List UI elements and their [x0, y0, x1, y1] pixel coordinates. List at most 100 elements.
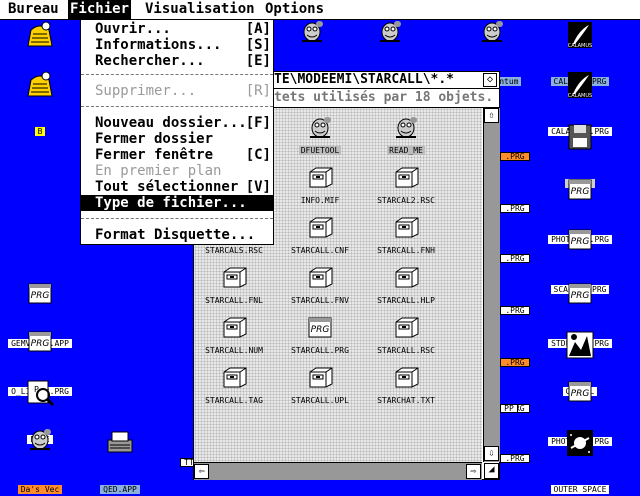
menu-shortcut: [A] [245, 21, 271, 37]
file-icon[interactable]: STARCALL.FNH [366, 216, 446, 257]
menu-visualisation[interactable]: Visualisation [143, 0, 257, 19]
menu-item-nouveau-dossier[interactable]: Nouveau dossier... [F] [81, 115, 273, 131]
desktop-icon[interactable]: OUTER SPACE [540, 428, 620, 496]
art-icon [565, 330, 595, 360]
partial-desktop-label: .PRG [500, 204, 530, 213]
desktop-icon-label: B [34, 127, 46, 136]
window-path: TE\MODEEMI\STARCALL\*.* [274, 72, 455, 87]
app-icon [477, 20, 507, 50]
partial-desktop-label: .PRG [500, 358, 530, 367]
scroll-left-icon[interactable]: ⇦ [194, 464, 209, 479]
menu-shortcut: [C] [245, 147, 271, 163]
document-icon [306, 216, 334, 238]
file-name: STARCALL.FNL [205, 296, 263, 305]
document-icon [220, 266, 248, 288]
file-icon[interactable]: STARCALL.CNF [280, 216, 360, 257]
program-icon: PRG [306, 316, 334, 338]
horizontal-scrollbar[interactable]: ⇦ ⇨ [194, 462, 482, 480]
scroll-down-icon[interactable]: ⇩ [484, 446, 499, 461]
space-icon [565, 428, 595, 458]
menu-item-label: Fermer fenêtre [95, 147, 214, 163]
file-name: STARCAL2.RSC [377, 196, 435, 205]
prg-icon: PRG [565, 380, 595, 410]
menu-bureau[interactable]: Bureau [6, 0, 61, 19]
menu-item-format-disquette[interactable]: Format Disquette... [81, 227, 273, 243]
menu-shortcut: [R] [245, 83, 271, 99]
menu-item-label: Ouvrir... [95, 21, 171, 37]
menu-item-supprimer: Supprimer... [R] [81, 83, 273, 99]
file-icon[interactable]: STARCALL.UPL [280, 366, 360, 407]
menu-item-label: En premier plan [95, 163, 222, 179]
svg-text:PRG: PRG [571, 237, 590, 247]
disk-icon [25, 70, 55, 100]
partial-desktop-label: PP [500, 404, 518, 413]
window-info-text: tets utilisés par 18 objets. [274, 90, 494, 105]
menu-item-type-de-fichier[interactable]: Type de fichier... [81, 195, 273, 211]
file-name: STARCALS.RSC [205, 246, 263, 255]
file-name: STARCALL.UPL [291, 396, 349, 405]
menu-options[interactable]: Options [263, 0, 326, 19]
file-icon[interactable]: PRG STARCALL.PRG [280, 316, 360, 357]
menu-item-tout-sélectionner[interactable]: Tout sélectionner [V] [81, 179, 273, 195]
menu-shortcut: [V] [245, 179, 271, 195]
menu-item-rechercher[interactable]: Rechercher... [E] [81, 53, 273, 69]
file-icon[interactable]: DFUETOOL [280, 116, 360, 157]
menu-item-label: Type de fichier... [95, 195, 247, 211]
partial-desktop-label: .PRG [500, 254, 530, 263]
file-icon[interactable]: STARCHAT.TXT [366, 366, 446, 407]
svg-text:PRG: PRG [571, 389, 590, 399]
scroll-up-icon[interactable]: ⇧ [484, 108, 499, 123]
prg-icon: PRG [565, 228, 595, 258]
file-icon[interactable]: STARCALL.FNV [280, 266, 360, 307]
file-icon[interactable]: INFO.MIF [280, 166, 360, 207]
scroll-right-icon[interactable]: ⇨ [466, 464, 481, 479]
document-icon [306, 166, 334, 188]
menu-shortcut: [F] [245, 115, 271, 131]
menu-item-fermer-dossier[interactable]: Fermer dossier [81, 131, 273, 147]
menu-item-en-premier-plan: En premier plan [81, 163, 273, 179]
desktop-icon[interactable]: Da's Vec [0, 428, 80, 496]
menu-item-ouvrir[interactable]: Ouvrir... [A] [81, 21, 273, 37]
file-name: STARCALL.NUM [205, 346, 263, 355]
fichier-menu: Ouvrir... [A] Informations... [S] Rechercher… [80, 19, 274, 245]
menu-item-label: Informations... [95, 37, 222, 53]
desktop-icon-label: OUTER SPACE [550, 485, 610, 494]
file-name: INFO.MIF [300, 196, 340, 205]
prg-icon: PRG [565, 282, 595, 312]
file-icon[interactable]: READ_ME [366, 116, 446, 157]
menu-bar: Bureau Fichier Visualisation Options [0, 0, 640, 20]
svg-text:PRG: PRG [311, 325, 330, 335]
file-name: STARCALL.TAG [205, 396, 263, 405]
svg-text:PRG: PRG [571, 291, 590, 301]
fullscreen-icon[interactable]: ◇ [483, 73, 497, 87]
file-icon[interactable]: STARCALL.FNL [194, 266, 274, 307]
menu-separator [81, 218, 273, 219]
document-icon [392, 216, 420, 238]
file-name: STARCALL.HLP [377, 296, 435, 305]
resize-icon[interactable]: ◢ [484, 463, 499, 479]
floppy-icon [565, 122, 595, 152]
document-icon [392, 266, 420, 288]
file-icon[interactable]: STARCALL.NUM [194, 316, 274, 357]
application-icon [306, 116, 334, 138]
file-name: STARCHAT.TXT [377, 396, 435, 405]
desktop-icon[interactable]: QED.APP [80, 428, 160, 496]
document-icon [306, 266, 334, 288]
menu-item-label: Nouveau dossier... [95, 115, 247, 131]
menu-item-fermer-fen-tre[interactable]: Fermer fenêtre [C] [81, 147, 273, 163]
file-name: DFUETOOL [298, 146, 342, 155]
menu-shortcut: [E] [245, 53, 271, 69]
menu-shortcut: [S] [245, 37, 271, 53]
file-icon[interactable]: STARCALL.TAG [194, 366, 274, 407]
menu-item-informations[interactable]: Informations... [S] [81, 37, 273, 53]
document-icon [306, 366, 334, 388]
quill-icon: CALAMUS [565, 20, 595, 50]
file-icon[interactable]: STARCALL.RSC [366, 316, 446, 357]
file-icon[interactable]: STARCAL2.RSC [366, 166, 446, 207]
typewriter-icon [105, 428, 135, 458]
desktop-icon[interactable]: B [0, 70, 80, 138]
menu-fichier[interactable]: Fichier [68, 0, 132, 19]
file-icon[interactable]: STARCALL.HLP [366, 266, 446, 307]
vertical-scrollbar[interactable]: ⇧ ⇩ [483, 108, 500, 462]
document-icon [392, 366, 420, 388]
